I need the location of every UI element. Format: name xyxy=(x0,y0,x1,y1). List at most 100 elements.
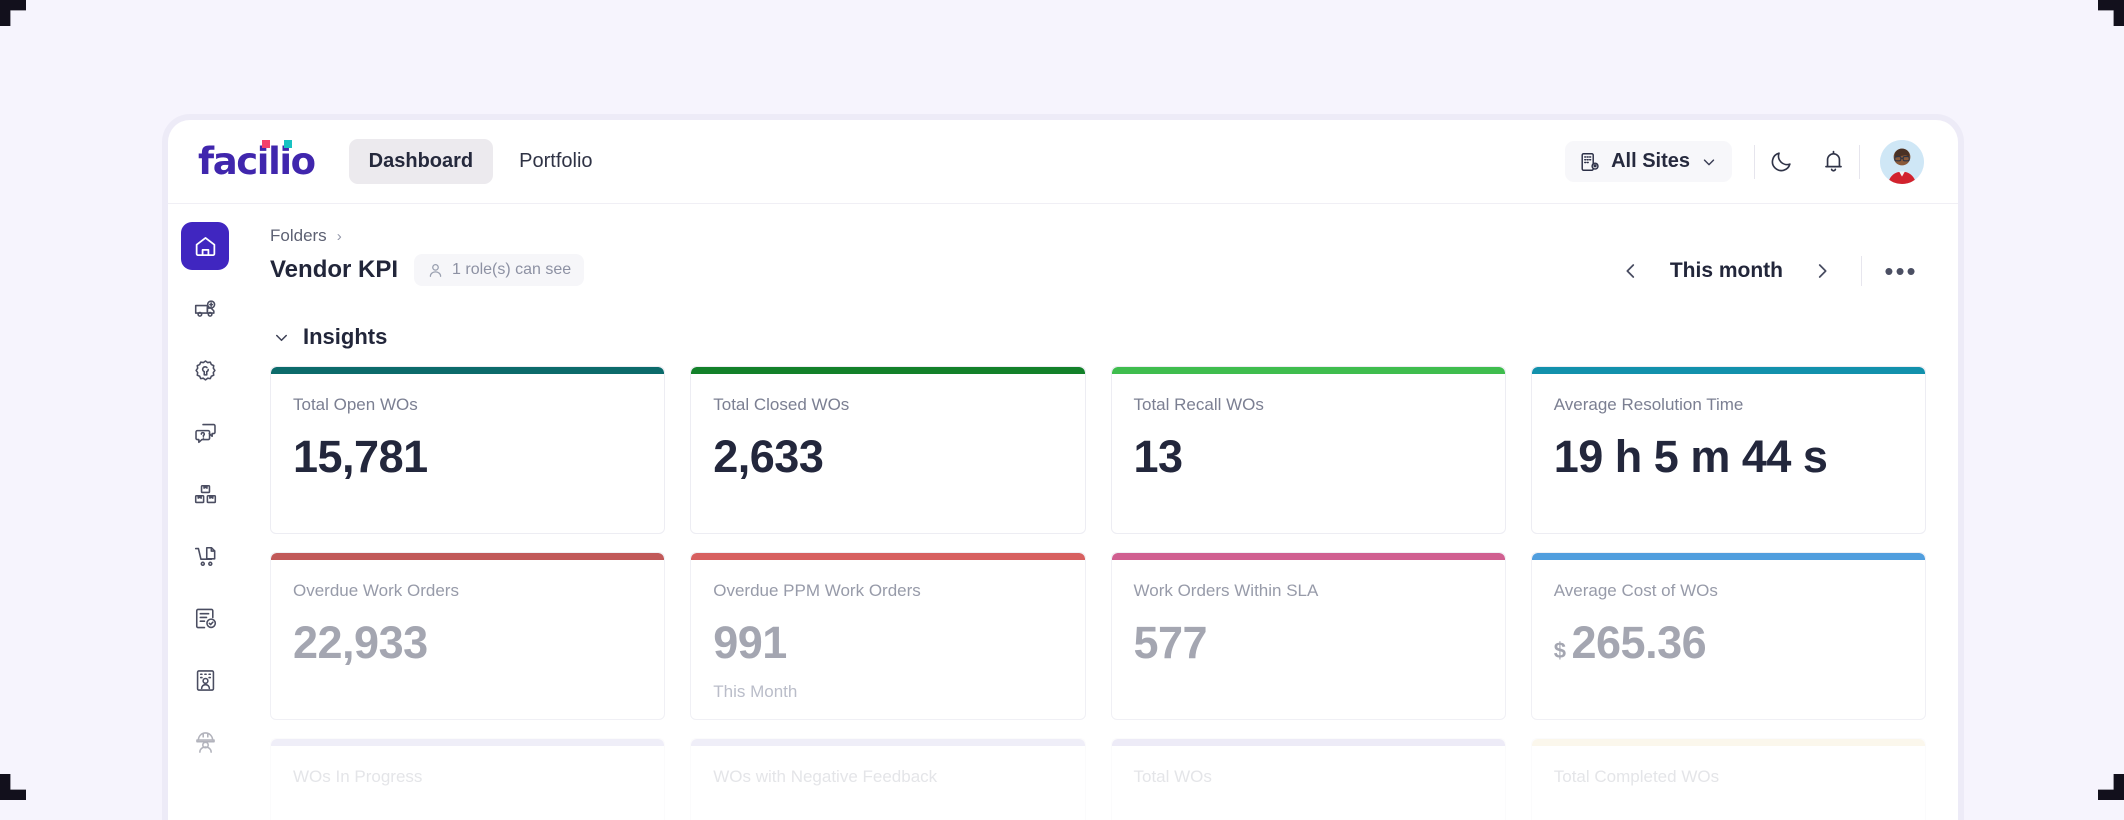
sidebar-item-tenants[interactable] xyxy=(181,656,229,704)
logo-dot-teal-icon xyxy=(284,140,292,148)
sidebar-item-procurement[interactable] xyxy=(181,532,229,580)
kpi-label: Total Recall WOs xyxy=(1134,395,1483,415)
kpi-accent-bar xyxy=(1532,553,1925,560)
kpi-currency-symbol: $ xyxy=(1554,639,1566,662)
boxes-icon xyxy=(193,482,218,507)
kpi-label: Total Open WOs xyxy=(293,395,642,415)
kpi-card[interactable]: Total Open WOs 15,781 xyxy=(270,366,665,534)
kpi-value-number: 19 h 5 m 44 s xyxy=(1554,433,1828,480)
cart-document-icon xyxy=(193,544,218,569)
building-user-icon xyxy=(193,668,218,693)
kpi-card[interactable]: Work Orders Within SLA577 xyxy=(1111,552,1506,720)
breadcrumb[interactable]: Folders › xyxy=(270,226,584,246)
gear-wrench-icon xyxy=(193,358,218,383)
breadcrumb-parent[interactable]: Folders xyxy=(270,226,327,246)
kpi-accent-bar xyxy=(1112,367,1505,374)
kpi-value: 22,933 xyxy=(293,619,642,666)
chat-question-icon xyxy=(193,420,218,445)
sidebar-item-requests[interactable] xyxy=(181,408,229,456)
kpi-card[interactable]: Total Completed WOs xyxy=(1531,738,1926,820)
kpi-cards-grid: Total Open WOs 15,781 Total Closed WOs2,63… xyxy=(248,366,1930,820)
page-title: Vendor KPI xyxy=(270,256,398,284)
kpi-value: 15,781 xyxy=(293,433,642,480)
role-visibility-badge[interactable]: 1 role(s) can see xyxy=(414,254,584,286)
kpi-card[interactable]: Total WOs xyxy=(1111,738,1506,820)
kpi-value-number: 13 xyxy=(1134,433,1183,480)
kpi-card[interactable]: Overdue PPM Work Orders991This Month xyxy=(690,552,1085,720)
kpi-value-number: 15,781 xyxy=(293,433,428,480)
kpi-card[interactable]: Average Cost of WOs $265.36 xyxy=(1531,552,1926,720)
dark-mode-toggle[interactable] xyxy=(1755,136,1807,188)
kpi-value: 991 xyxy=(713,619,1062,666)
tab-portfolio[interactable]: Portfolio xyxy=(499,139,612,184)
kpi-label: Average Cost of WOs xyxy=(1554,581,1903,601)
kpi-card[interactable]: Average Resolution Time 19 h 5 m 44 s xyxy=(1531,366,1926,534)
kpi-value-number: 2,633 xyxy=(713,433,823,480)
kpi-card[interactable]: WOs In Progress xyxy=(270,738,665,820)
kpi-label: WOs In Progress xyxy=(293,767,642,787)
more-options-button[interactable]: ••• xyxy=(1880,250,1922,292)
corner-mark-bottom-left xyxy=(0,774,26,800)
app-body: Folders › Vendor KPI 1 ro xyxy=(168,204,1958,820)
kpi-value-number: 577 xyxy=(1134,619,1208,666)
insights-title: Insights xyxy=(303,324,387,350)
kpi-accent-bar xyxy=(1112,553,1505,560)
sidebar-item-approvals[interactable] xyxy=(181,594,229,642)
kpi-label: Total WOs xyxy=(1134,767,1483,787)
top-divider-2 xyxy=(1859,145,1860,179)
kpi-value-number: 22,933 xyxy=(293,619,428,666)
kpi-value-number: 991 xyxy=(713,619,787,666)
kpi-value: 2,633 xyxy=(713,433,1062,480)
sidebar-item-maintenance[interactable] xyxy=(181,284,229,332)
kpi-value: 577 xyxy=(1134,619,1483,666)
kpi-label: Average Resolution Time xyxy=(1554,395,1903,415)
kpi-card[interactable]: Overdue Work Orders22,933 xyxy=(270,552,665,720)
period-next-button[interactable] xyxy=(1801,250,1843,292)
top-bar-actions: All Sites xyxy=(1565,136,1924,188)
kpi-accent-bar xyxy=(271,367,664,374)
worker-helmet-icon xyxy=(193,730,218,755)
sidebar-item-home[interactable] xyxy=(181,222,229,270)
corner-mark-top-left xyxy=(0,0,26,26)
corner-mark-bottom-right xyxy=(2098,774,2124,800)
period-prev-button[interactable] xyxy=(1610,250,1652,292)
sidebar-item-vendors[interactable] xyxy=(181,718,229,766)
kpi-accent-bar xyxy=(271,739,664,746)
primary-tabs: Dashboard Portfolio xyxy=(349,139,613,184)
kpi-accent-bar xyxy=(691,739,1084,746)
kpi-accent-bar xyxy=(1112,739,1505,746)
logo-dot-pink-icon xyxy=(262,140,270,148)
kpi-accent-bar xyxy=(1532,367,1925,374)
moon-icon xyxy=(1769,149,1794,174)
kpi-card[interactable]: Total Recall WOs 13 xyxy=(1111,366,1506,534)
kpi-accent-bar xyxy=(1532,739,1925,746)
tab-dashboard[interactable]: Dashboard xyxy=(349,139,493,184)
top-navigation-bar: facilio Dashboard Portfolio All Sites xyxy=(168,120,1958,204)
facilio-logo[interactable]: facilio xyxy=(198,143,315,180)
app-window: facilio Dashboard Portfolio All Sites xyxy=(168,120,1958,820)
kpi-value: $265.36 xyxy=(1554,619,1903,666)
kpi-card[interactable]: WOs with Negative Feedback xyxy=(690,738,1085,820)
person-icon xyxy=(427,262,444,279)
chevron-right-icon xyxy=(1811,260,1833,282)
kpi-accent-bar xyxy=(691,553,1084,560)
sidebar-item-assets[interactable] xyxy=(181,346,229,394)
breadcrumb-separator-icon: › xyxy=(337,228,342,245)
sidebar-item-inventory[interactable] xyxy=(181,470,229,518)
kpi-value: 13 xyxy=(1134,433,1483,480)
page-header: Folders › Vendor KPI 1 ro xyxy=(248,204,1930,308)
building-location-icon xyxy=(1579,151,1601,173)
period-label[interactable]: This month xyxy=(1656,259,1797,283)
kpi-value: 19 h 5 m 44 s xyxy=(1554,433,1903,480)
period-divider xyxy=(1861,256,1862,286)
site-selector[interactable]: All Sites xyxy=(1565,141,1732,182)
insights-section-header[interactable]: Insights xyxy=(248,308,1930,366)
chevron-down-icon xyxy=(272,328,291,347)
kpi-label: WOs with Negative Feedback xyxy=(713,767,1062,787)
kpi-card[interactable]: Total Closed WOs2,633 xyxy=(690,366,1085,534)
main-content: Folders › Vendor KPI 1 ro xyxy=(242,204,1958,820)
notifications-button[interactable] xyxy=(1807,136,1859,188)
kpi-accent-bar xyxy=(691,367,1084,374)
kpi-subtitle: This Month xyxy=(713,682,1062,702)
user-avatar[interactable] xyxy=(1880,140,1924,184)
